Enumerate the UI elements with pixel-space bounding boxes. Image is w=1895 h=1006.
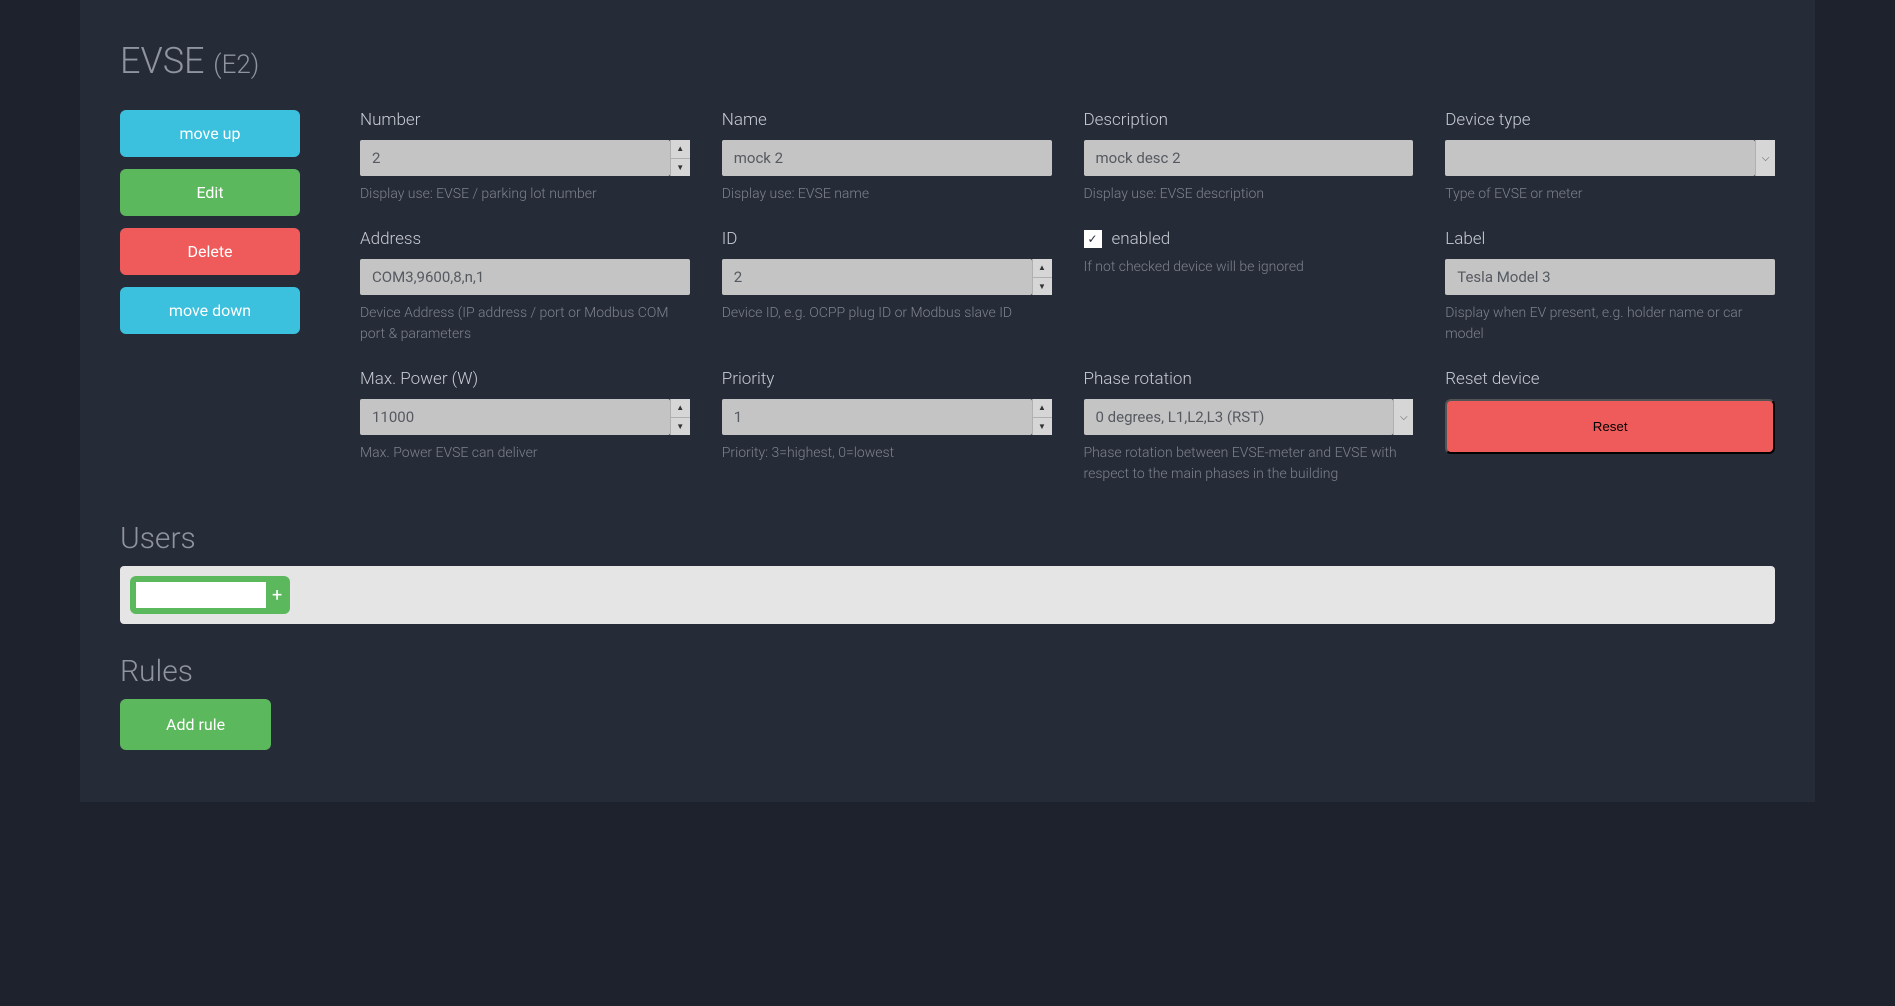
rules-section-title: Rules [120, 654, 1775, 689]
label-input[interactable] [1445, 259, 1775, 295]
evse-panel: EVSE (E2) move up Edit Delete move down … [80, 0, 1815, 802]
chevron-down-icon: ⌵ [1755, 140, 1775, 176]
action-column: move up Edit Delete move down [120, 110, 300, 485]
description-label: Description [1084, 110, 1414, 130]
phase-rotation-value[interactable] [1084, 399, 1394, 435]
field-phase-rotation: Phase rotation ⌵ Phase rotation between … [1084, 369, 1414, 485]
phase-rotation-label: Phase rotation [1084, 369, 1414, 389]
field-id: ID ▲ ▼ Device ID, e.g. OCPP plug ID or M… [722, 229, 1052, 345]
priority-hint: Priority: 3=highest, 0=lowest [722, 443, 1052, 464]
field-max-power: Max. Power (W) ▲ ▼ Max. Power EVSE can d… [360, 369, 690, 485]
field-address: Address Device Address (IP address / por… [360, 229, 690, 345]
users-section-title: Users [120, 521, 1775, 556]
chevron-down-icon: ⌵ [1393, 399, 1413, 435]
id-input[interactable] [722, 259, 1032, 295]
move-up-button[interactable]: move up [120, 110, 300, 157]
reset-device-label: Reset device [1445, 369, 1775, 389]
priority-input-wrap[interactable]: ▲ ▼ [722, 399, 1052, 435]
id-step-up[interactable]: ▲ [1033, 259, 1052, 278]
users-bar: + [120, 566, 1775, 624]
id-step-down[interactable]: ▼ [1033, 278, 1052, 296]
enabled-checkbox[interactable]: ✓ [1084, 230, 1102, 248]
max-power-input-wrap[interactable]: ▲ ▼ [360, 399, 690, 435]
name-hint: Display use: EVSE name [722, 184, 1052, 205]
field-description: Description Display use: EVSE descriptio… [1084, 110, 1414, 205]
title-main: EVSE [120, 40, 205, 82]
field-label: Label Display when EV present, e.g. hold… [1445, 229, 1775, 345]
description-input[interactable] [1084, 140, 1414, 176]
enabled-checkbox-row: ✓ enabled [1084, 229, 1414, 249]
address-label: Address [360, 229, 690, 249]
priority-step-up[interactable]: ▲ [1033, 399, 1052, 418]
priority-input[interactable] [722, 399, 1032, 435]
number-spinner: ▲ ▼ [670, 140, 690, 176]
fields-grid: Number ▲ ▼ Display use: EVSE / parking l… [360, 110, 1775, 485]
add-user-chip[interactable]: + [130, 576, 290, 614]
add-rule-button[interactable]: Add rule [120, 699, 271, 750]
name-input[interactable] [722, 140, 1052, 176]
max-power-input[interactable] [360, 399, 670, 435]
id-input-wrap[interactable]: ▲ ▼ [722, 259, 1052, 295]
device-type-hint: Type of EVSE or meter [1445, 184, 1775, 205]
number-label: Number [360, 110, 690, 130]
priority-spinner: ▲ ▼ [1032, 399, 1052, 435]
id-label: ID [722, 229, 1052, 249]
reset-button[interactable]: Reset [1445, 399, 1775, 454]
device-type-label: Device type [1445, 110, 1775, 130]
enabled-label: enabled [1112, 229, 1171, 249]
label-label: Label [1445, 229, 1775, 249]
title-sub: (E2) [213, 50, 259, 80]
id-spinner: ▲ ▼ [1032, 259, 1052, 295]
edit-button[interactable]: Edit [120, 169, 300, 216]
max-power-step-up[interactable]: ▲ [671, 399, 690, 418]
max-power-step-down[interactable]: ▼ [671, 418, 690, 436]
field-reset-device: Reset device Reset [1445, 369, 1775, 485]
device-type-select[interactable]: ⌵ [1445, 140, 1775, 176]
max-power-spinner: ▲ ▼ [670, 399, 690, 435]
field-enabled: ✓ enabled If not checked device will be … [1084, 229, 1414, 345]
number-input-wrap[interactable]: ▲ ▼ [360, 140, 690, 176]
phase-rotation-hint: Phase rotation between EVSE-meter and EV… [1084, 443, 1414, 485]
enabled-hint: If not checked device will be ignored [1084, 257, 1414, 278]
name-label: Name [722, 110, 1052, 130]
address-hint: Device Address (IP address / port or Mod… [360, 303, 690, 345]
phase-rotation-select[interactable]: ⌵ [1084, 399, 1414, 435]
device-type-value[interactable] [1445, 140, 1755, 176]
field-name: Name Display use: EVSE name [722, 110, 1052, 205]
number-step-down[interactable]: ▼ [671, 159, 690, 177]
delete-button[interactable]: Delete [120, 228, 300, 275]
field-number: Number ▲ ▼ Display use: EVSE / parking l… [360, 110, 690, 205]
label-hint: Display when EV present, e.g. holder nam… [1445, 303, 1775, 345]
add-user-input[interactable] [136, 582, 266, 608]
priority-step-down[interactable]: ▼ [1033, 418, 1052, 436]
top-grid: move up Edit Delete move down Number ▲ ▼… [120, 110, 1775, 485]
number-input[interactable] [360, 140, 670, 176]
field-device-type: Device type ⌵ Type of EVSE or meter [1445, 110, 1775, 205]
move-down-button[interactable]: move down [120, 287, 300, 334]
field-priority: Priority ▲ ▼ Priority: 3=highest, 0=lowe… [722, 369, 1052, 485]
number-hint: Display use: EVSE / parking lot number [360, 184, 690, 205]
page-title: EVSE (E2) [120, 40, 1775, 82]
number-step-up[interactable]: ▲ [671, 140, 690, 159]
id-hint: Device ID, e.g. OCPP plug ID or Modbus s… [722, 303, 1052, 324]
address-input[interactable] [360, 259, 690, 295]
description-hint: Display use: EVSE description [1084, 184, 1414, 205]
max-power-hint: Max. Power EVSE can deliver [360, 443, 690, 464]
plus-icon[interactable]: + [270, 585, 284, 606]
priority-label: Priority [722, 369, 1052, 389]
max-power-label: Max. Power (W) [360, 369, 690, 389]
